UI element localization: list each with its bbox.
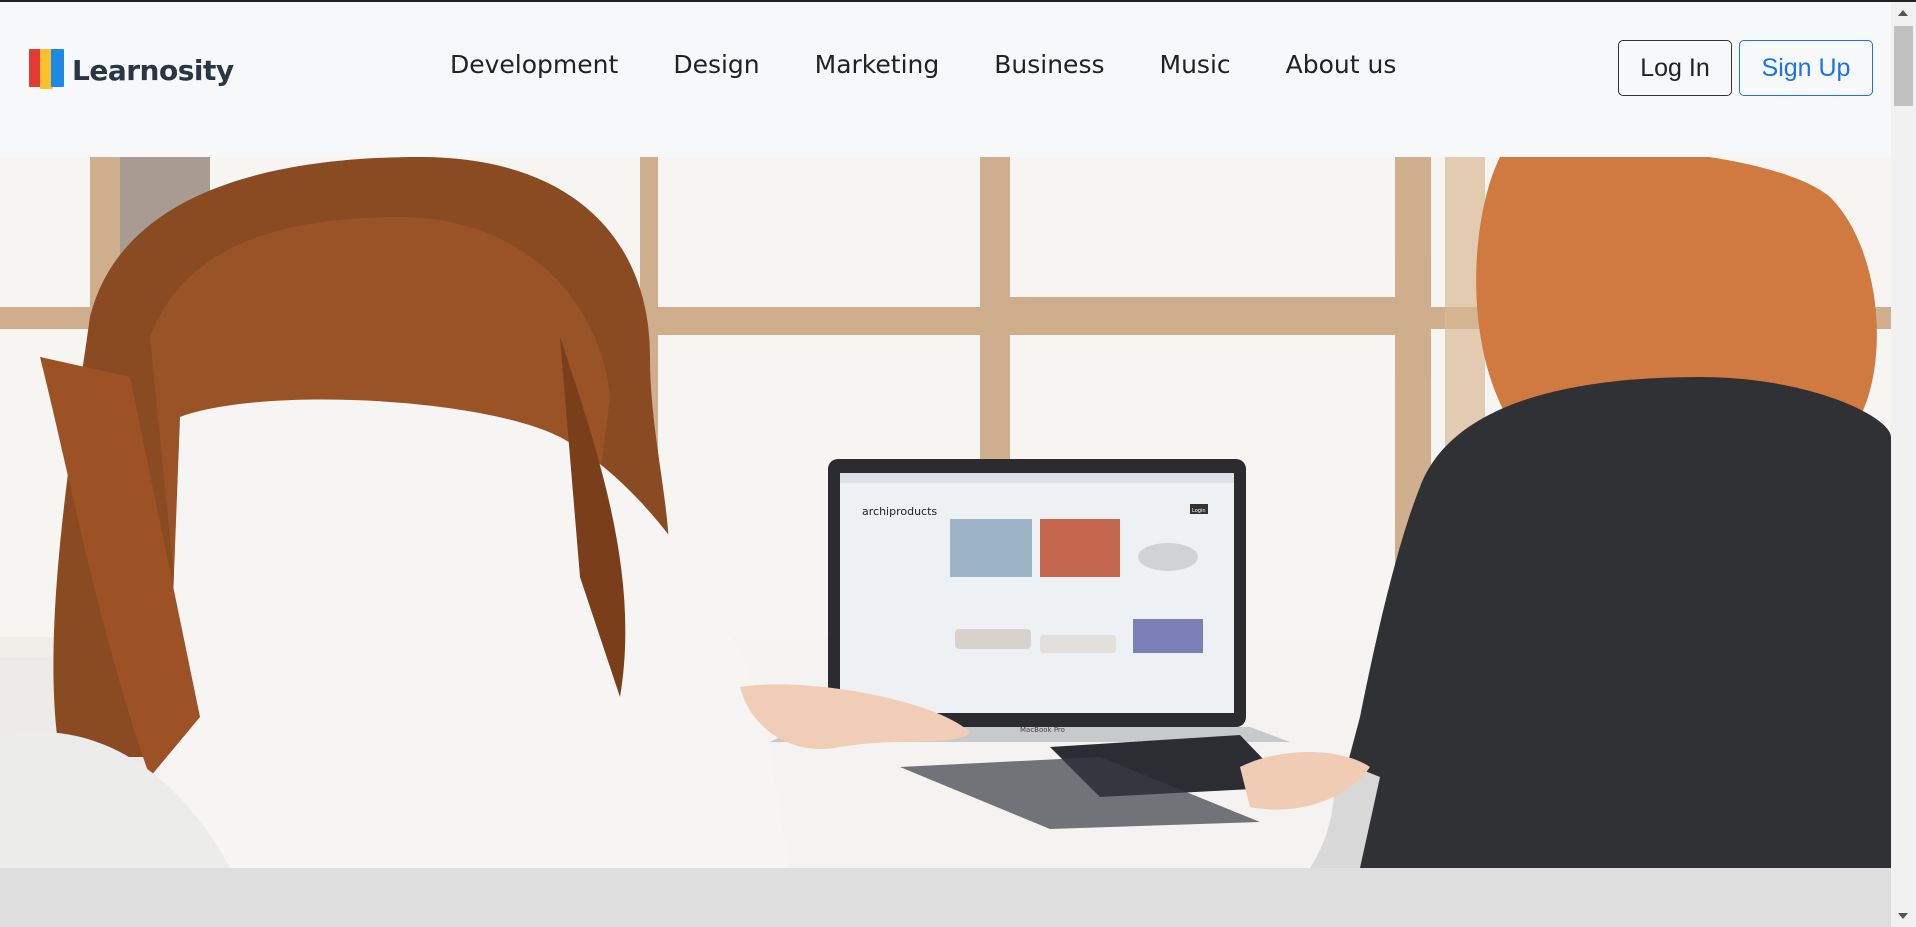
login-button[interactable]: Log In bbox=[1618, 40, 1732, 96]
laptop-screen-login: Login bbox=[1192, 508, 1206, 514]
navbar: Learnosity Development Design Marketing … bbox=[0, 2, 1891, 157]
vertical-scrollbar[interactable] bbox=[1891, 2, 1916, 927]
laptop-brand: MacBook Pro bbox=[1020, 726, 1065, 734]
nav-link-marketing[interactable]: Marketing bbox=[815, 50, 940, 79]
main-nav: Development Design Marketing Business Mu… bbox=[450, 50, 1451, 79]
brand-logo[interactable]: Learnosity bbox=[29, 49, 234, 91]
scroll-up-icon[interactable] bbox=[1898, 10, 1908, 16]
hero-photo-illustration: archiproducts Login MacBook Pro bbox=[0, 157, 1891, 868]
nav-link-about-us[interactable]: About us bbox=[1286, 50, 1397, 79]
laptop-screen-title: archiproducts bbox=[862, 505, 937, 518]
nav-link-music[interactable]: Music bbox=[1160, 50, 1231, 79]
brand-name: Learnosity bbox=[72, 53, 234, 87]
nav-link-business[interactable]: Business bbox=[994, 50, 1104, 79]
scroll-down-icon[interactable] bbox=[1898, 913, 1908, 919]
logo-icon bbox=[29, 49, 65, 91]
nav-link-design[interactable]: Design bbox=[673, 50, 759, 79]
nav-link-development[interactable]: Development bbox=[450, 50, 618, 79]
signup-button[interactable]: Sign Up bbox=[1739, 40, 1873, 96]
hero-image: archiproducts Login MacBook Pro bbox=[0, 157, 1891, 868]
scrollbar-thumb[interactable] bbox=[1894, 26, 1913, 106]
